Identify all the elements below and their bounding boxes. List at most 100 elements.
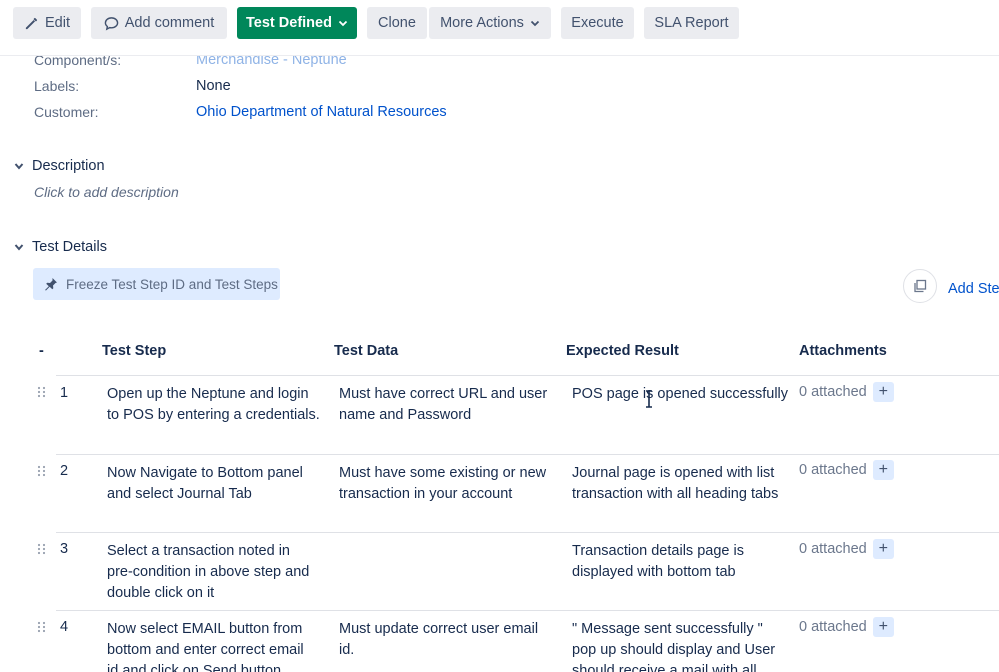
labels-value[interactable]: None — [196, 78, 231, 94]
labels-label: Labels: — [34, 78, 80, 94]
edit-button[interactable]: Edit — [13, 7, 81, 39]
plus-icon[interactable]: + — [872, 382, 894, 402]
description-title: Description — [32, 158, 105, 174]
cell-line: id. — [339, 642, 355, 658]
cell-line: Must have some existing or new — [339, 465, 547, 481]
cell-line: Journal page is opened with list — [572, 465, 775, 481]
more-actions-button[interactable]: More Actions — [429, 7, 551, 39]
plus-icon[interactable]: + — [872, 539, 894, 559]
test-step-cell[interactable]: Now Navigate to Bottom panel and select … — [107, 463, 303, 505]
caret-down-icon — [12, 240, 26, 254]
column-header-order: - — [39, 343, 44, 359]
cell-line: name and Password — [339, 407, 472, 423]
cell-line: " Message sent successfully " — [572, 621, 763, 637]
sla-report-button[interactable]: SLA Report — [644, 7, 739, 39]
test-data-cell[interactable]: Must have some existing or new transacti… — [339, 463, 546, 505]
drag-handle-icon[interactable] — [37, 465, 46, 477]
clone-button[interactable]: Clone — [367, 7, 427, 39]
drag-handle-icon[interactable] — [37, 543, 46, 555]
cell-line: transaction with all heading tabs — [572, 486, 779, 502]
attachments-cell: 0 attached + — [799, 382, 894, 402]
caret-down-icon — [12, 159, 26, 173]
cell-line: Transaction details page is — [572, 543, 744, 559]
chevron-down-icon — [530, 20, 540, 27]
test-step-cell[interactable]: Open up the Neptune and login to POS by … — [107, 384, 320, 426]
table-divider — [56, 454, 999, 455]
freeze-label: Freeze Test Step ID and Test Steps — [66, 276, 278, 292]
attachments-count: 0 attached — [799, 541, 867, 557]
expected-result-cell[interactable]: Journal page is opened with list transac… — [572, 463, 778, 505]
step-number: 3 — [60, 541, 69, 557]
cell-line: displayed with bottom tab — [572, 564, 736, 580]
chevron-down-icon — [338, 20, 348, 27]
attachments-count: 0 attached — [799, 384, 867, 400]
step-number: 1 — [60, 385, 69, 401]
cell-line: Select a transaction noted in — [107, 543, 290, 559]
customer-label: Customer: — [34, 104, 99, 120]
text-cursor-icon — [646, 390, 652, 408]
table-divider — [56, 610, 999, 611]
execute-label: Execute — [571, 15, 624, 31]
issue-toolbar: Edit Add comment Test Defined Clone More… — [0, 0, 999, 56]
clone-label: Clone — [378, 15, 416, 31]
attachments-cell: 0 attached + — [799, 539, 894, 559]
test-step-cell[interactable]: Now select EMAIL button from bottom and … — [107, 619, 304, 672]
add-comment-button[interactable]: Add comment — [91, 7, 227, 39]
test-details-header[interactable]: Test Details — [12, 239, 107, 255]
cell-line: id and click on Send button — [107, 663, 282, 672]
column-header-test-step: Test Step — [102, 343, 167, 359]
expected-result-cell[interactable]: " Message sent successfully " pop up sho… — [572, 619, 775, 672]
column-header-test-data: Test Data — [334, 343, 399, 359]
attachments-count: 0 attached — [799, 619, 867, 635]
column-header-expected-result: Expected Result — [566, 343, 679, 359]
plus-icon[interactable]: + — [872, 460, 894, 480]
cell-line: bottom and enter correct email — [107, 642, 304, 658]
pencil-icon — [25, 17, 38, 29]
cell-line: to POS by entering a credentials. — [107, 407, 320, 423]
description-placeholder[interactable]: Click to add description — [34, 184, 179, 200]
pin-icon — [45, 278, 57, 291]
cell-line: Must have correct URL and user — [339, 386, 548, 402]
cell-line: Now select EMAIL button from — [107, 621, 303, 637]
attachments-cell: 0 attached + — [799, 460, 894, 480]
cell-line: Now Navigate to Bottom panel — [107, 465, 303, 481]
test-step-cell[interactable]: Select a transaction noted in pre-condit… — [107, 541, 309, 604]
step-number: 2 — [60, 463, 69, 479]
add-step-icon-button[interactable] — [903, 269, 937, 303]
cell-line: pre-condition in above step and — [107, 564, 310, 580]
copy-icon — [914, 279, 927, 293]
edit-label: Edit — [45, 15, 70, 31]
expected-result-cell[interactable]: Transaction details page is displayed wi… — [572, 541, 744, 583]
more-actions-label: More Actions — [440, 15, 524, 31]
test-details-title: Test Details — [32, 239, 107, 255]
cell-line: should receive a mail with all — [572, 663, 757, 672]
column-header-attachments: Attachments — [799, 343, 887, 359]
drag-handle-icon[interactable] — [37, 621, 46, 633]
cell-line: double click on it — [107, 585, 215, 601]
add-step-link[interactable]: Add Ste — [948, 281, 999, 297]
table-divider — [56, 532, 999, 533]
add-comment-label: Add comment — [124, 15, 215, 31]
plus-icon[interactable]: + — [872, 617, 894, 637]
step-number: 4 — [60, 619, 69, 635]
cell-line: transaction in your account — [339, 486, 513, 502]
freeze-test-steps-button[interactable]: Freeze Test Step ID and Test Steps — [33, 268, 280, 300]
cell-line: Open up the Neptune and login — [107, 386, 309, 402]
customer-value[interactable]: Ohio Department of Natural Resources — [196, 104, 447, 120]
cell-line: Must update correct user email — [339, 621, 539, 637]
sla-report-label: SLA Report — [654, 15, 729, 31]
attachments-cell: 0 attached + — [799, 617, 894, 637]
cell-line: and select Journal Tab — [107, 486, 252, 502]
cell-line: pop up should display and User — [572, 642, 776, 658]
execute-button[interactable]: Execute — [561, 7, 634, 39]
description-header[interactable]: Description — [12, 158, 105, 174]
status-label: Test Defined — [246, 15, 332, 31]
speech-bubble-icon — [104, 16, 119, 30]
test-data-cell[interactable]: Must update correct user email id. — [339, 619, 538, 661]
status-dropdown-button[interactable]: Test Defined — [237, 7, 357, 39]
attachments-count: 0 attached — [799, 462, 867, 478]
test-data-cell[interactable]: Must have correct URL and user name and … — [339, 384, 547, 426]
drag-handle-icon[interactable] — [37, 386, 46, 398]
table-divider — [56, 375, 999, 376]
expected-result-cell[interactable]: POS page is opened successfully — [572, 384, 788, 405]
